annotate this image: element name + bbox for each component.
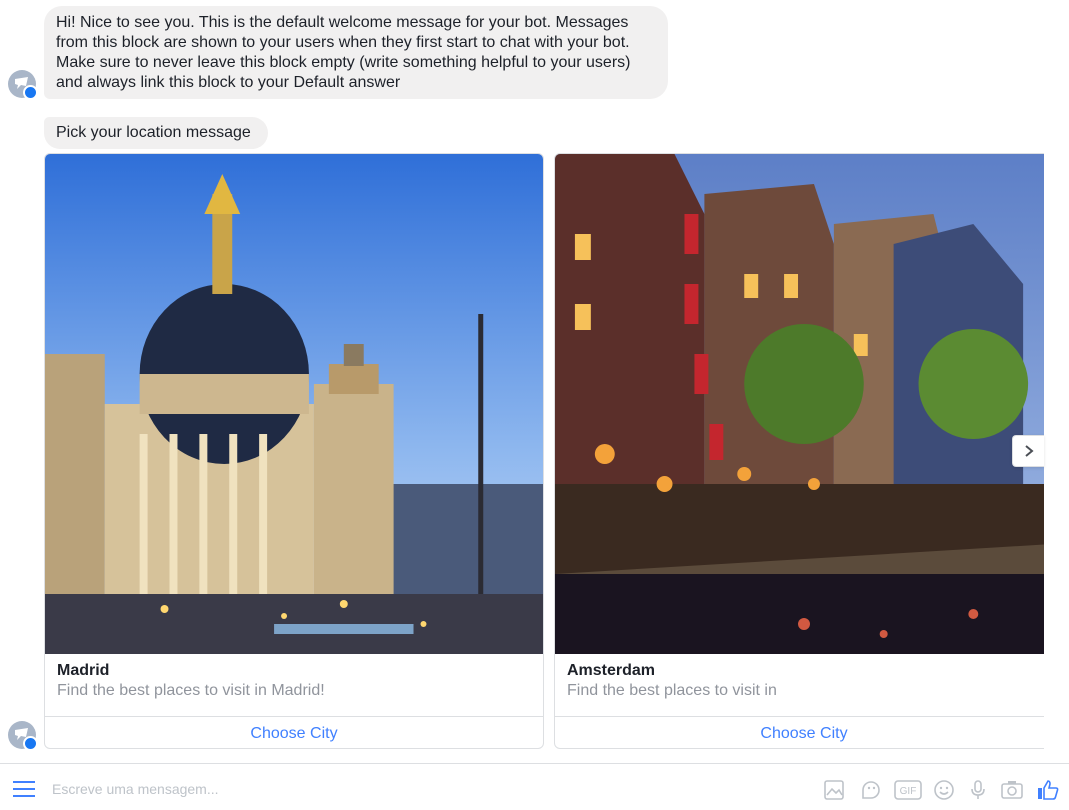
- messenger-badge-icon: [23, 85, 38, 100]
- card-title: Madrid: [57, 662, 110, 679]
- chevron-right-icon: [1025, 445, 1034, 457]
- city-card-madrid[interactable]: Madrid Find the best places to visit in …: [44, 153, 544, 749]
- carousel-next-button[interactable]: [1012, 435, 1044, 467]
- svg-text:GIF: GIF: [900, 786, 917, 797]
- card-title: Amsterdam: [567, 662, 656, 679]
- madrid-photo: [45, 154, 543, 654]
- message-input[interactable]: [50, 775, 754, 803]
- city-card-amsterdam[interactable]: Amsterdam Find the best places to visit …: [554, 153, 1044, 749]
- location-prompt-bubble: Pick your location message: [44, 117, 268, 149]
- sticker-image-icon[interactable]: [822, 778, 846, 802]
- amsterdam-photo: [555, 154, 1044, 654]
- message-composer: GIF: [0, 763, 1069, 810]
- welcome-message-bubble: Hi! Nice to see you. This is the default…: [44, 6, 668, 99]
- bot-avatar: [8, 721, 38, 751]
- bot-avatar: [8, 70, 38, 100]
- choose-city-button[interactable]: Choose City: [555, 717, 1044, 748]
- card-subtitle: Find the best places to visit in: [567, 682, 777, 699]
- messenger-badge-icon: [23, 736, 38, 751]
- card-subtitle: Find the best places to visit in Madrid!: [57, 682, 325, 699]
- menu-icon[interactable]: [13, 781, 35, 797]
- choose-city-button[interactable]: Choose City: [45, 717, 543, 748]
- city-carousel[interactable]: Madrid Find the best places to visit in …: [44, 153, 1044, 750]
- like-icon[interactable]: [1036, 778, 1060, 802]
- emoji-icon[interactable]: [932, 778, 956, 802]
- gif-icon[interactable]: GIF: [894, 778, 922, 802]
- camera-icon[interactable]: [1000, 778, 1024, 802]
- sticker-face-icon[interactable]: [859, 778, 883, 802]
- microphone-icon[interactable]: [966, 778, 990, 802]
